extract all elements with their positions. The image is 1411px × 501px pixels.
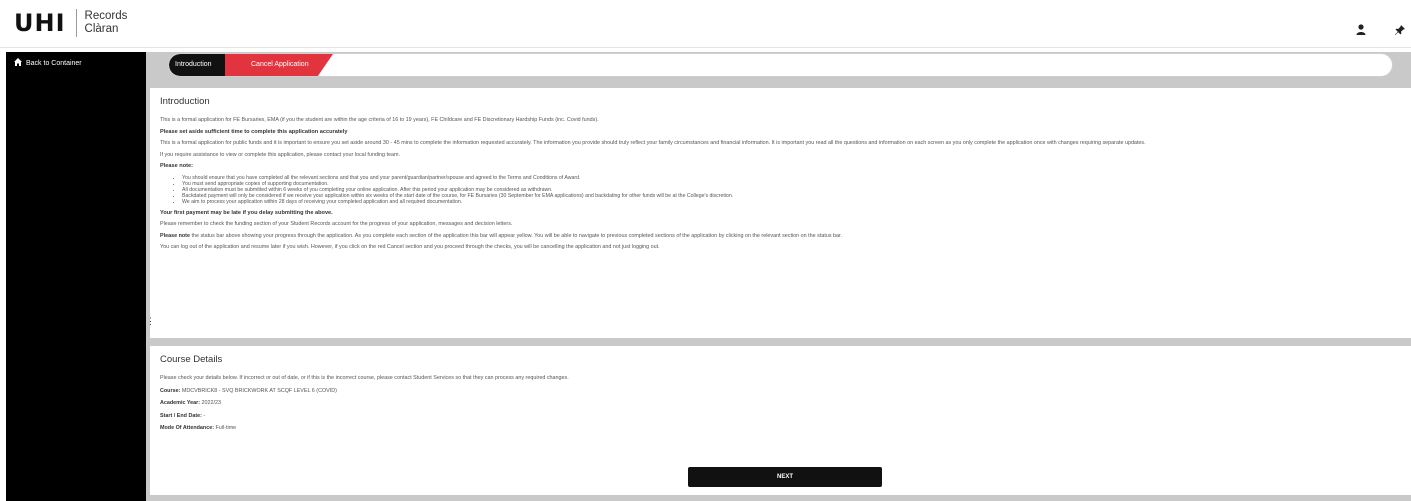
- course-details-intro: Please check your details below. If inco…: [160, 375, 569, 381]
- uhi-logo[interactable]: UHI Records Clàran: [14, 9, 127, 37]
- step-cancel-application[interactable]: Cancel Application: [225, 54, 333, 76]
- start-end-date-row: Start / End Date: -: [160, 413, 1401, 421]
- please-note-lead: Please note: [160, 232, 190, 239]
- course-label: Course:: [160, 387, 181, 394]
- list-item: We aim to process your application withi…: [182, 199, 1401, 205]
- intro-paragraph-4: If you require assistance to view or com…: [160, 151, 401, 158]
- please-note-heading: Please note:: [160, 163, 193, 169]
- mode-of-attendance-label: Mode Of Attendance:: [160, 425, 215, 431]
- intro-paragraph-7: Please note the status bar above showing…: [160, 233, 1401, 241]
- home-icon: [14, 58, 22, 68]
- start-end-date-label: Start / End Date:: [160, 412, 202, 419]
- academic-year-label: Academic Year:: [160, 400, 201, 406]
- user-icon[interactable]: [1354, 24, 1368, 38]
- logo-divider: [75, 9, 77, 37]
- main-content: Introduction Cancel Application Introduc…: [146, 52, 1411, 501]
- introduction-panel: Introduction This is a formal applicatio…: [150, 88, 1411, 338]
- logo-text: Records Clàran: [85, 10, 128, 36]
- top-bar: UHI Records Clàran: [0, 0, 1411, 48]
- status-bar-note: the status bar above showing your progre…: [189, 232, 843, 239]
- introduction-title: Introduction: [160, 96, 210, 107]
- pin-icon[interactable]: [1393, 24, 1407, 38]
- academic-year-value: 2022/23: [200, 400, 222, 406]
- mode-of-attendance-row: Mode Of Attendance: Full-time: [160, 425, 1401, 433]
- start-end-date-value: -: [201, 412, 206, 419]
- notes-list: You should ensure that you have complete…: [160, 175, 1401, 206]
- intro-paragraph-6: Please remember to check the funding sec…: [160, 221, 513, 228]
- logo-line-2: Clàran: [84, 23, 119, 35]
- intro-paragraph-8: You can log out of the application and r…: [160, 244, 660, 251]
- back-to-container-label: Back to Container: [26, 59, 82, 67]
- intro-warning: Please set aside sufficient time to comp…: [160, 128, 348, 135]
- course-row: Course: MDCVBRICK8 - SVQ BRICKWORK AT SC…: [160, 388, 1401, 396]
- logo-line-1: Records: [84, 10, 128, 22]
- intro-paragraph-1: This is a formal application for FE Burs…: [160, 117, 599, 123]
- first-payment-warning: Your first payment may be late if you de…: [160, 209, 333, 216]
- mode-of-attendance-value: Full-time: [214, 425, 237, 431]
- drag-handle-icon[interactable]: ⋮: [146, 317, 155, 326]
- application-progress-bar: Introduction Cancel Application: [168, 53, 1393, 77]
- back-to-container-link[interactable]: Back to Container: [6, 52, 146, 74]
- intro-paragraph-3: This is a formal application for public …: [160, 140, 1146, 146]
- course-details-title: Course Details: [160, 354, 223, 365]
- next-button[interactable]: NEXT: [688, 467, 882, 487]
- course-value: MDCVBRICK8 - SVQ BRICKWORK AT SCQF LEVEL…: [180, 387, 337, 394]
- logo-mark: UHI: [14, 9, 66, 37]
- academic-year-row: Academic Year: 2022/23: [160, 400, 1401, 408]
- sidebar: Back to Container: [6, 52, 146, 501]
- course-details-panel: Course Details Please check your details…: [150, 346, 1411, 495]
